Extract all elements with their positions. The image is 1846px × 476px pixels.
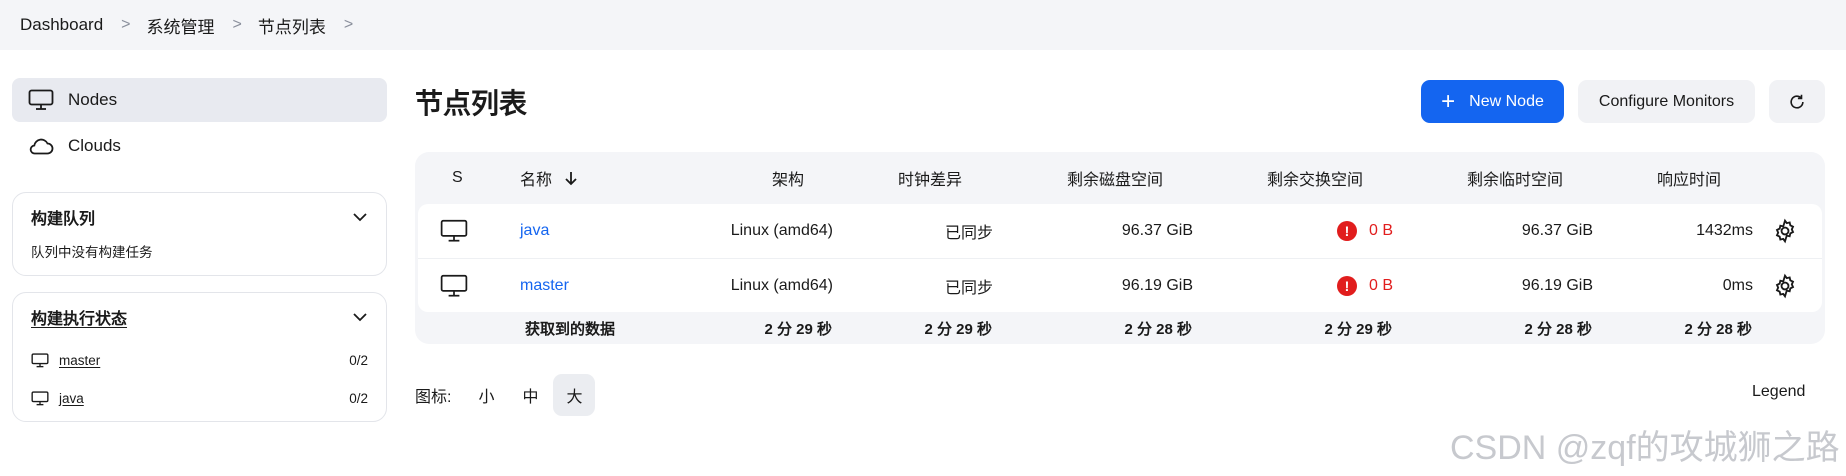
arrow-down-icon [565,172,577,186]
chevron-right-icon[interactable]: > [344,16,353,34]
header-swap[interactable]: 剩余交换空间 [1267,152,1363,204]
chevron-down-icon[interactable] [352,312,368,322]
table-footer: 获取到的数据 2 分 29 秒 2 分 29 秒 2 分 28 秒 2 分 29… [415,312,1825,344]
footer-temp: 2 分 28 秒 [1524,320,1592,338]
footer-clock: 2 分 29 秒 [924,320,992,338]
sidebar-item-label: Nodes [68,90,118,109]
cell-arch: Linux (amd64) [730,222,833,239]
chevron-down-icon[interactable] [352,212,368,222]
sidebar-item-clouds[interactable]: Clouds [12,124,387,168]
configure-monitors-label: Configure Monitors [1598,92,1735,110]
cell-temp: 96.37 GiB [1521,222,1593,239]
header-status[interactable]: S [452,152,463,204]
header-temp[interactable]: 剩余临时空间 [1467,152,1563,204]
breadcrumb: Dashboard > 系统管理 > 节点列表 > [0,0,1846,50]
cloud-icon [29,138,54,155]
executor-status-panel: 构建执行状态 master 0/2 java 0/2 [12,292,387,422]
build-queue-header[interactable]: 构建队列 [31,193,368,241]
footer-disk: 2 分 28 秒 [1124,320,1192,338]
header-name-label: 名称 [520,172,553,189]
sidebar-item-nodes[interactable]: Nodes [12,78,387,122]
gear-icon[interactable] [1772,204,1798,258]
footer-swap: 2 分 29 秒 [1324,320,1392,338]
cell-swap-value: 0 B [1368,276,1393,294]
page-title: 节点列表 [415,88,528,119]
cell-clock: 已同步 [944,279,993,297]
cell-disk: 96.37 GiB [1121,222,1193,239]
footer-label: 获取到的数据 [525,320,616,338]
executor-node-link[interactable]: java [59,391,349,406]
monitor-icon [31,352,49,367]
icon-size-selector: 图标: 小 中 大 [415,374,596,416]
cell-clock: 已同步 [944,225,993,242]
node-link-master[interactable]: master [520,259,569,312]
monitor-icon [28,89,54,110]
computer-icon [440,259,468,312]
chevron-right-icon: > [232,16,242,33]
icon-size-label: 图标: [415,389,452,406]
executor-status-title[interactable]: 构建执行状态 [31,305,127,329]
executor-count: 0/2 [349,390,368,406]
breadcrumb-dashboard[interactable]: Dashboard [20,15,103,35]
executor-status-header[interactable]: 构建执行状态 [31,293,368,341]
new-node-label: New Node [1469,92,1544,110]
monitor-icon [31,390,49,405]
error-icon: ! [1336,275,1357,296]
watermark: CSDN @zqf的攻城狮之路 [1450,429,1840,467]
build-queue-empty: 队列中没有构建任务 [31,245,153,260]
plus-icon: + [1441,87,1456,115]
header-disk[interactable]: 剩余磁盘空间 [1067,152,1163,204]
table-row: java Linux (amd64) 已同步 96.37 GiB ! 0 B 9… [418,204,1822,258]
gear-icon[interactable] [1772,259,1798,312]
footer-response: 2 分 28 秒 [1684,320,1752,338]
nodes-table: S 名称 架构 时钟差异 剩余磁盘空间 剩余交换空间 剩余临时空间 响应时间 j… [415,152,1825,344]
chevron-right-icon: > [121,16,131,33]
header-name[interactable]: 名称 [520,152,578,204]
cell-swap-value: 0 B [1368,222,1393,239]
build-queue-title: 构建队列 [31,211,96,228]
breadcrumb-system-management[interactable]: 系统管理 [147,13,215,38]
computer-icon [440,204,468,258]
executor-node-row: master 0/2 [31,341,368,379]
icon-size-small[interactable]: 小 [465,374,507,416]
executor-count: 0/2 [349,352,368,368]
cell-temp: 96.19 GiB [1521,276,1593,294]
breadcrumb-node-list[interactable]: 节点列表 [258,13,326,38]
header-clock[interactable]: 时钟差异 [898,152,962,204]
cell-response: 1432ms [1696,222,1753,239]
table-row: master Linux (amd64) 已同步 96.19 GiB ! 0 B… [418,258,1822,312]
icon-size-large[interactable]: 大 [553,374,596,416]
table-header: S 名称 架构 时钟差异 剩余磁盘空间 剩余交换空间 剩余临时空间 响应时间 [415,152,1825,204]
new-node-button[interactable]: + New Node [1421,80,1564,123]
node-link-java[interactable]: java [520,204,549,258]
executor-node-row: java 0/2 [31,379,368,417]
sidebar-item-label: Clouds [68,136,121,155]
configure-monitors-button[interactable]: Configure Monitors [1578,80,1755,123]
refresh-icon [1790,94,1804,109]
sidebar: Nodes Clouds 构建队列 队列中没有构建任务 构建执行状态 maste… [12,78,387,422]
cell-swap: ! 0 B [1238,259,1393,312]
build-queue-panel: 构建队列 队列中没有构建任务 [12,192,387,276]
legend-link[interactable]: Legend [1752,383,1805,401]
icon-size-medium[interactable]: 中 [509,374,551,416]
refresh-button[interactable] [1769,80,1825,123]
header-response[interactable]: 响应时间 [1657,152,1721,204]
error-icon: ! [1336,221,1357,241]
cell-arch: Linux (amd64) [730,276,833,294]
cell-response: 0ms [1722,276,1753,294]
header-arch[interactable]: 架构 [772,152,804,204]
cell-swap: ! 0 B [1238,204,1393,258]
footer-arch: 2 分 29 秒 [764,320,832,338]
cell-disk: 96.19 GiB [1121,276,1193,294]
executor-node-link[interactable]: master [59,353,349,368]
